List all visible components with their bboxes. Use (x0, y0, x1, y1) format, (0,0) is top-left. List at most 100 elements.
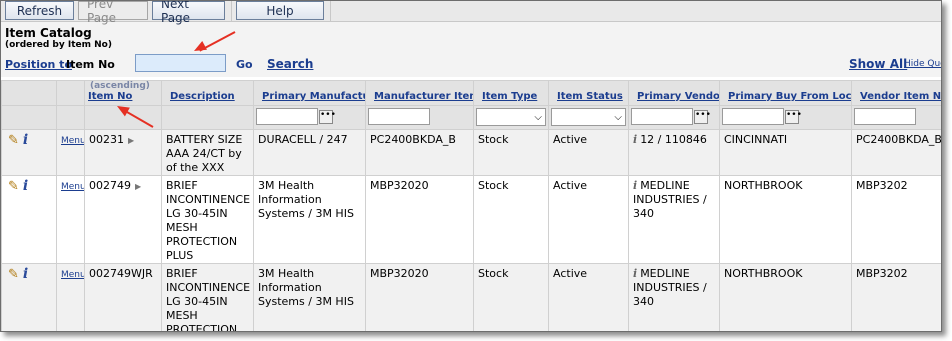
buy-from-value: NORTHBROOK (719, 263, 852, 331)
description-column-link[interactable]: Description (170, 91, 235, 102)
item-no-value: 00231 (89, 133, 124, 146)
mfr-item-no-value: MBP32020 (365, 263, 474, 331)
item-no-value: 002749WJR (89, 267, 153, 280)
pencil-icon[interactable]: ✎ (8, 179, 19, 194)
filter-row: ••• ⌵ ⌵ ••• ••• (1, 105, 941, 130)
vendor-item-no-value: PC2400BKDA_B (851, 129, 941, 176)
manufacturer-filter-input[interactable] (256, 108, 318, 125)
manufacturer-value: DURACELL / 247 (253, 129, 366, 176)
ellipsis-icon[interactable]: ••• (319, 110, 336, 124)
pencil-icon[interactable]: ✎ (8, 133, 19, 148)
triangle-right-icon[interactable]: ▶ (135, 182, 141, 191)
go-button[interactable]: Go (236, 58, 253, 71)
filter-cell-empty (56, 105, 85, 130)
row-menu-link[interactable]: Menu (61, 270, 84, 280)
vendor-item-no-filter-input[interactable] (854, 108, 916, 125)
triangle-right-icon[interactable]: ▶ (128, 136, 134, 145)
vendor-filter-input[interactable] (631, 108, 693, 125)
help-button[interactable]: Help (236, 1, 324, 20)
item-type-value: Stock (473, 129, 549, 176)
row-menu-link[interactable]: Menu (61, 182, 84, 192)
info-icon[interactable]: i (23, 266, 28, 282)
header-item-status[interactable]: Item Status (548, 80, 629, 106)
item-no-column-link[interactable]: Item No (88, 91, 132, 102)
info-icon[interactable]: i (633, 267, 637, 280)
filter-cell-item-type: ⌵ (473, 105, 549, 130)
item-type-column-link[interactable]: Item Type (482, 91, 537, 102)
row-item-no: 002749 ▶ (84, 175, 162, 264)
toolbar-divider (330, 1, 331, 22)
vendor-item-no-value: MBP3202 (851, 175, 941, 264)
row-menu-cell: Menu (56, 129, 85, 176)
toolbar: Refresh Prev Page Next Page Help (1, 1, 941, 25)
vendor-value: MEDLINE INDUSTRIES / 340 (633, 179, 707, 220)
position-bar: Position to Item No Go Search Show All H… (1, 52, 941, 77)
vendor-value: MEDLINE INDUSTRIES / 340 (633, 267, 707, 308)
header-description[interactable]: Description (161, 80, 254, 106)
show-all-link[interactable]: Show All (849, 57, 907, 71)
position-input[interactable] (135, 54, 226, 72)
buy-from-value: CINCINNATI (719, 129, 852, 176)
ellipsis-icon[interactable]: ••• (785, 110, 802, 124)
buy-from-value: NORTHBROOK (719, 175, 852, 264)
mfr-item-no-filter-input[interactable] (368, 108, 430, 125)
table-header-row: (ascending) Item No Description Primary … (1, 80, 941, 106)
primary-manufacturer-column-link[interactable]: Primary Manufacturer (262, 91, 365, 102)
primary-vendor-column-link[interactable]: Primary Vendor (637, 91, 719, 102)
buy-from-filter-input[interactable] (722, 108, 784, 125)
row-item-no: 002749WJR (84, 263, 162, 331)
mfr-item-no-value: MBP32020 (365, 175, 474, 264)
ellipsis-icon[interactable]: ••• (694, 110, 711, 124)
description-value: BRIEF INCONTINENCE LG 30-45IN MESH PROTE… (161, 263, 254, 331)
refresh-button[interactable]: Refresh (5, 1, 74, 20)
item-type-value: Stock (473, 175, 549, 264)
info-icon[interactable]: i (633, 133, 637, 146)
vendor-cell: i MEDLINE INDUSTRIES / 340 (628, 263, 720, 331)
item-status-filter-select[interactable]: ⌵ (551, 108, 626, 126)
info-icon[interactable]: i (633, 179, 637, 192)
header-vendor-item-no[interactable]: Vendor Item No (851, 80, 941, 106)
row-icons: ✎ i (1, 263, 57, 331)
pencil-icon[interactable]: ✎ (8, 267, 19, 282)
position-to-link[interactable]: Position to (5, 58, 72, 71)
status-value: Active (548, 263, 629, 331)
header-menu (56, 80, 85, 106)
info-icon[interactable]: i (23, 178, 28, 194)
manufacturer-value: 3M Health Information Systems / 3M HIS (253, 175, 366, 264)
next-page-button[interactable]: Next Page (152, 1, 225, 25)
filter-cell-item-status: ⌵ (548, 105, 629, 130)
info-icon[interactable]: i (23, 132, 28, 148)
filter-cell-vendor: ••• (628, 105, 720, 130)
header-manufacturer-item-no[interactable]: Manufacturer Item No (365, 80, 474, 106)
filter-cell-empty (161, 105, 254, 130)
page-title: Item Catalog (5, 26, 92, 40)
chevron-down-icon: ⌵ (534, 112, 542, 123)
vendor-item-no-column-link[interactable]: Vendor Item No (860, 91, 941, 102)
header-primary-manufacturer[interactable]: Primary Manufacturer (253, 80, 366, 106)
header-item-type[interactable]: Item Type (473, 80, 549, 106)
hide-query-link[interactable]: Hide Query (904, 59, 941, 69)
table-row[interactable]: ✎ i Menu 002749WJR BRIEF INCONTINENCE LG … (1, 263, 941, 331)
manufacturer-value: 3M Health Information Systems / 3M HIS (253, 263, 366, 331)
header-primary-vendor[interactable]: Primary Vendor (628, 80, 720, 106)
item-table: (ascending) Item No Description Primary … (1, 80, 941, 331)
vendor-value: 12 / 110846 (640, 133, 707, 146)
header-primary-buy-from-location[interactable]: Primary Buy From Location (719, 80, 852, 106)
table-row[interactable]: ✎ i Menu 002749 ▶ BRIEF INCONTINENCE LG 30… (1, 175, 941, 264)
row-menu-cell: Menu (56, 263, 85, 331)
header-item-no[interactable]: (ascending) Item No (84, 80, 162, 106)
prev-page-button[interactable]: Prev Page (78, 1, 148, 25)
search-link[interactable]: Search (267, 57, 313, 71)
item-type-value: Stock (473, 263, 549, 331)
description-value: BRIEF INCONTINENCE LG 30-45IN MESH PROTE… (161, 175, 254, 264)
manufacturer-item-no-column-link[interactable]: Manufacturer Item No (374, 91, 473, 102)
row-menu-link[interactable]: Menu (61, 136, 84, 146)
filter-cell-buy-from: ••• (719, 105, 852, 130)
primary-buy-from-location-column-link[interactable]: Primary Buy From Location (728, 91, 851, 102)
item-type-filter-select[interactable]: ⌵ (476, 108, 546, 126)
vendor-cell: i MEDLINE INDUSTRIES / 340 (628, 175, 720, 264)
item-status-column-link[interactable]: Item Status (557, 91, 623, 102)
item-no-value: 002749 (89, 179, 131, 192)
sort-direction-label: (ascending) (90, 81, 150, 92)
table-row[interactable]: ✎ i Menu 00231 ▶ BATTERY SIZE AAA 24/CT by… (1, 129, 941, 176)
